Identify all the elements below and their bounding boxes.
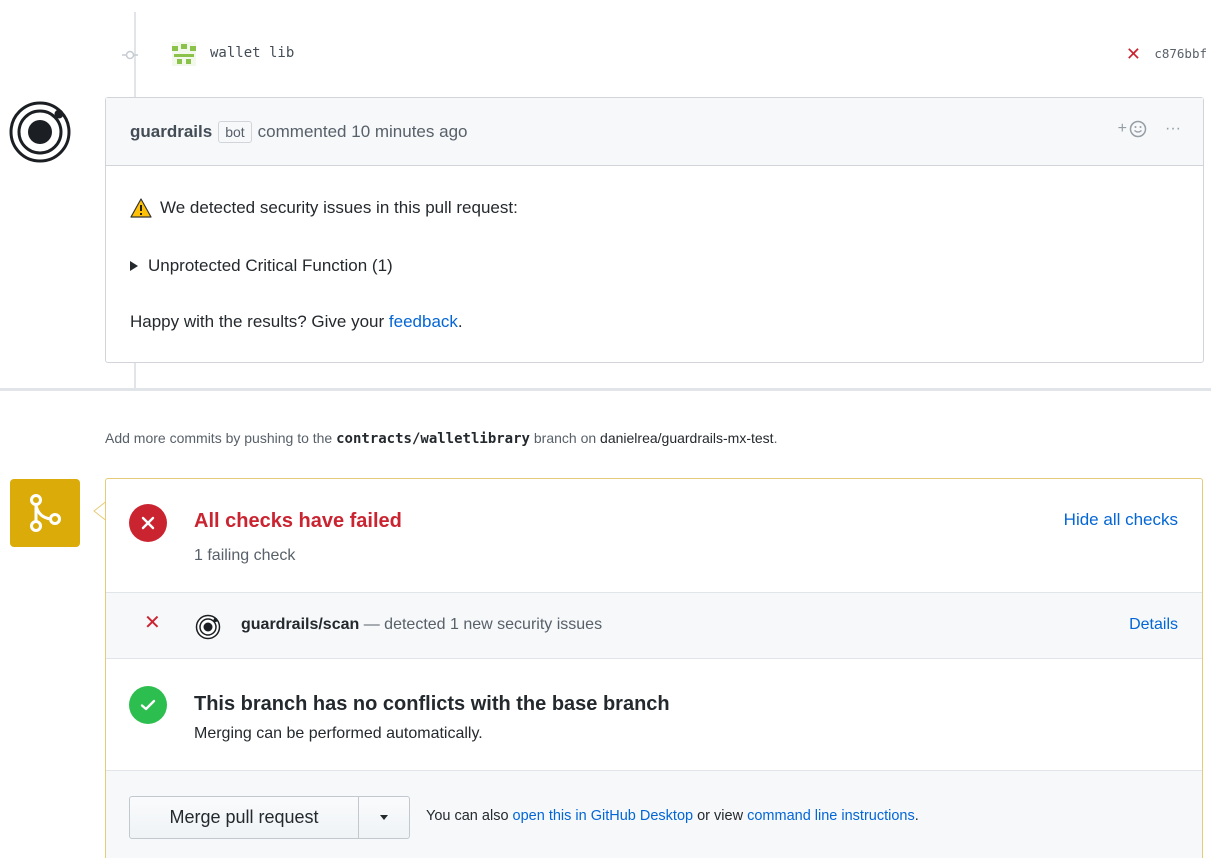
- conflicts-subtitle: Merging can be performed automatically.: [194, 725, 483, 742]
- commit-row: wallet lib ✕ c876bbf: [122, 38, 1207, 70]
- alt-prefix: You can also: [426, 808, 513, 824]
- merge-alternatives: You can also open this in GitHub Desktop…: [426, 808, 919, 824]
- commit-node-icon: [122, 50, 138, 60]
- comment-author[interactable]: guardrails: [130, 122, 212, 142]
- repo-name[interactable]: danielrea/guardrails-mx-test: [600, 430, 774, 446]
- push-note-prefix: Add more commits by pushing to the: [105, 430, 337, 446]
- comment-time[interactable]: 10 minutes ago: [351, 122, 467, 142]
- disclosure-triangle-icon: [130, 261, 138, 271]
- checks-failed-icon: [129, 504, 167, 542]
- timeline-line-bottom: [134, 363, 136, 388]
- merge-pull-request-button[interactable]: Merge pull request: [130, 797, 359, 838]
- comment-header: guardrails bot commented 10 minutes ago …: [106, 98, 1203, 166]
- merge-method-dropdown[interactable]: [359, 797, 409, 838]
- conflicts-title: This branch has no conflicts with the ba…: [194, 693, 670, 715]
- timeline-separator: [0, 388, 1211, 391]
- x-icon: [141, 516, 155, 530]
- alt-suffix: .: [914, 808, 919, 824]
- commit-message[interactable]: wallet lib: [210, 45, 294, 61]
- merge-status-icon: [10, 479, 80, 547]
- comment-actions: + ···: [1118, 120, 1181, 138]
- push-note-suffix: .: [773, 430, 778, 446]
- commit-sha[interactable]: c876bbf: [1154, 46, 1207, 61]
- check-details-link[interactable]: Details: [1129, 616, 1178, 634]
- feedback-link[interactable]: feedback: [389, 312, 458, 332]
- smiley-icon: [1129, 120, 1147, 138]
- branch-name[interactable]: contracts/walletlibrary: [336, 431, 530, 447]
- push-note: Add more commits by pushing to the contr…: [105, 430, 777, 447]
- more-options-button[interactable]: ···: [1165, 120, 1181, 138]
- feedback-suffix: .: [457, 312, 463, 331]
- check-icon: [140, 699, 156, 711]
- check-item: ✕ guardrails/scan — detected 1 new secur…: [106, 593, 1202, 659]
- merge-actions: Merge pull request You can also open thi…: [106, 771, 1202, 858]
- comment-box: guardrails bot commented 10 minutes ago …: [105, 97, 1204, 363]
- open-desktop-link[interactable]: open this in GitHub Desktop: [513, 808, 694, 824]
- x-icon[interactable]: ✕: [1126, 45, 1141, 63]
- alt-middle: or view: [693, 808, 748, 824]
- conflicts-summary: This branch has no conflicts with the ba…: [106, 659, 1202, 771]
- caret-down-icon: [380, 815, 388, 820]
- comment-action: commented: [257, 121, 347, 141]
- comment-body: We detected security issues in this pull…: [106, 166, 1203, 336]
- check-name: guardrails/scan: [241, 616, 360, 633]
- add-reaction-button[interactable]: +: [1118, 120, 1147, 138]
- x-icon: ✕: [144, 612, 161, 634]
- checks-summary: All checks have failed 1 failing check H…: [106, 479, 1202, 593]
- plus-label: +: [1117, 120, 1128, 137]
- feedback-prefix: Happy with the results? Give your: [130, 312, 385, 331]
- command-line-link[interactable]: command line instructions: [747, 808, 915, 824]
- push-note-middle: branch on: [529, 430, 601, 446]
- guardrails-avatar-icon[interactable]: [8, 100, 72, 164]
- warning-icon: [130, 198, 152, 218]
- comment-line-warning: We detected security issues in this pull…: [130, 194, 1179, 222]
- merge-box: All checks have failed 1 failing check H…: [105, 478, 1203, 858]
- feedback-line: Happy with the results? Give your feedba…: [130, 308, 1179, 336]
- committer-avatar-icon[interactable]: [172, 42, 196, 66]
- hide-all-checks-link[interactable]: Hide all checks: [1064, 510, 1178, 530]
- no-conflicts-icon: [129, 686, 167, 724]
- check-status-text: — detected 1 new security issues: [359, 616, 603, 633]
- issue-details-toggle[interactable]: Unprotected Critical Function (1): [130, 252, 1179, 280]
- merge-button-group: Merge pull request: [129, 796, 410, 839]
- guardrails-avatar-icon: [195, 614, 221, 640]
- check-description: guardrails/scan — detected 1 new securit…: [241, 616, 602, 634]
- bot-badge: bot: [218, 120, 252, 143]
- checks-subtitle: 1 failing check: [194, 547, 296, 564]
- issue-summary[interactable]: Unprotected Critical Function (1): [148, 256, 393, 276]
- git-merge-icon: [30, 494, 61, 532]
- warning-text: We detected security issues in this pull…: [160, 198, 518, 217]
- checks-title: All checks have failed: [194, 510, 402, 532]
